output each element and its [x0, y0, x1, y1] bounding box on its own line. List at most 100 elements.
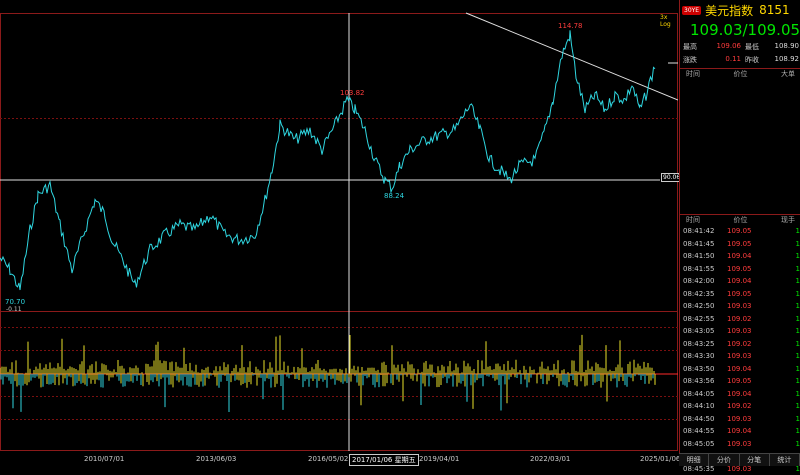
- trade-row: 08:44:55109.041: [680, 425, 800, 438]
- trade-time: 08:44:55: [683, 425, 727, 438]
- big-order-list[interactable]: [680, 79, 800, 214]
- trade-time: 08:43:30: [683, 350, 727, 363]
- trade-time: 08:45:05: [683, 438, 727, 451]
- trade-row: 08:44:05109.041: [680, 388, 800, 401]
- stat-label: 最高: [683, 42, 707, 52]
- col-header: 时间: [686, 69, 700, 79]
- trade-price: 109.05: [727, 225, 767, 238]
- trade-time: 08:41:50: [683, 250, 727, 263]
- tab-stats[interactable]: 统计: [770, 454, 800, 466]
- trade-price: 109.05: [727, 375, 767, 388]
- trade-volume: 1: [767, 388, 800, 401]
- mid-peak-label: 103.82: [340, 89, 365, 97]
- trade-row: 08:41:55109.051: [680, 263, 800, 276]
- trade-time: 08:42:00: [683, 275, 727, 288]
- trade-row: 08:45:05109.031: [680, 438, 800, 451]
- col-header: 价位: [734, 215, 748, 225]
- trade-volume: 1: [767, 425, 800, 438]
- tab-tick[interactable]: 分笔: [740, 454, 770, 466]
- x-axis-date-2: 2013/06/03: [196, 455, 236, 463]
- stat-value: 0.11: [707, 55, 741, 65]
- col-header: 现手: [781, 215, 795, 225]
- trade-price: 109.02: [727, 338, 767, 351]
- instrument-code: 8151: [759, 3, 790, 17]
- panel-tabs: 明细 分价 分笔 统计: [679, 453, 800, 466]
- trade-time: 08:43:50: [683, 363, 727, 376]
- trade-volume: 1: [767, 250, 800, 263]
- trade-price: 109.03: [727, 350, 767, 363]
- trade-time: 08:41:55: [683, 263, 727, 276]
- trade-price: 109.02: [727, 400, 767, 413]
- trade-volume: 1: [767, 238, 800, 251]
- x-axis-date-3: 2016/05/02: [308, 455, 348, 463]
- trade-time: 08:44:50: [683, 413, 727, 426]
- x-axis-date-4: 2019/04/01: [419, 455, 459, 463]
- trade-row: 08:43:25109.021: [680, 338, 800, 351]
- trade-price: 109.04: [727, 388, 767, 401]
- stat-label: 涨跌: [683, 55, 707, 65]
- col-header: 大单: [781, 69, 795, 79]
- scale-mode-label[interactable]: 3x Log: [660, 14, 678, 28]
- trade-price: 109.05: [727, 263, 767, 276]
- trade-row: 08:44:50109.031: [680, 413, 800, 426]
- tab-detail[interactable]: 明细: [679, 454, 709, 466]
- trade-time: 08:42:35: [683, 288, 727, 301]
- col-header: 时间: [686, 215, 700, 225]
- chart-area[interactable]: 3x Log 114.78 103.82 88.24 70.70 90.06 -…: [0, 0, 678, 465]
- trade-row: 08:42:55109.021: [680, 313, 800, 326]
- trade-row: 08:43:50109.041: [680, 363, 800, 376]
- trade-row: 08:41:50109.041: [680, 250, 800, 263]
- trade-volume: 1: [767, 300, 800, 313]
- trade-row: 08:43:05109.031: [680, 325, 800, 338]
- stat-value: 108.92: [765, 55, 799, 65]
- trade-time: 08:44:10: [683, 400, 727, 413]
- trade-row: 08:41:45109.051: [680, 238, 800, 251]
- trade-price: 109.03: [727, 300, 767, 313]
- trade-price: 109.03: [727, 438, 767, 451]
- trade-time: 08:42:55: [683, 313, 727, 326]
- price-chart[interactable]: [0, 0, 678, 465]
- tab-price-split[interactable]: 分价: [709, 454, 739, 466]
- trade-price: 109.03: [727, 413, 767, 426]
- quote-stats: 最高 109.06 最低 108.90 涨跌 0.11 昨收 108.92: [680, 40, 800, 67]
- trade-row: 08:42:00109.041: [680, 275, 800, 288]
- trade-volume: 1: [767, 363, 800, 376]
- trade-price: 109.02: [727, 313, 767, 326]
- trade-price: 109.04: [727, 425, 767, 438]
- trade-volume: 1: [767, 400, 800, 413]
- trade-price: 109.04: [727, 250, 767, 263]
- price-line: [0, 30, 655, 290]
- trade-volume: 1: [767, 338, 800, 351]
- trade-volume: 1: [767, 438, 800, 451]
- trade-row: 08:42:35109.051: [680, 288, 800, 301]
- trade-volume: 1: [767, 413, 800, 426]
- trade-row: 08:42:50109.031: [680, 300, 800, 313]
- trade-volume: 1: [767, 225, 800, 238]
- trade-volume: 1: [767, 288, 800, 301]
- col-header: 价位: [734, 69, 748, 79]
- trade-time: 08:43:05: [683, 325, 727, 338]
- stat-label: 昨收: [741, 55, 765, 65]
- trade-row: 08:44:10109.021: [680, 400, 800, 413]
- indicator-value: -0.11: [6, 306, 22, 313]
- trade-price: 109.05: [727, 238, 767, 251]
- trade-price: 109.03: [727, 325, 767, 338]
- quote-panel: 30YE 美元指数 8151 109.03/109.05 最高 109.06 最…: [679, 0, 800, 465]
- x-axis-date-1: 2010/07/01: [84, 455, 124, 463]
- trade-time: 08:43:56: [683, 375, 727, 388]
- trade-volume: 1: [767, 263, 800, 276]
- instrument-name: 美元指数: [705, 2, 753, 19]
- oscillator-bars: [0, 335, 655, 412]
- trade-price: 109.04: [727, 363, 767, 376]
- trade-volume: 1: [767, 350, 800, 363]
- x-axis-date-5: 2022/03/01: [530, 455, 570, 463]
- x-axis-date-6: 2025/01/06: [640, 455, 680, 463]
- trade-row: 08:41:42109.051: [680, 225, 800, 238]
- trade-list[interactable]: 08:41:42109.05108:41:45109.05108:41:5010…: [680, 225, 800, 475]
- stat-value: 109.06: [707, 42, 741, 52]
- trade-volume: 1: [767, 313, 800, 326]
- trade-price: 109.04: [727, 275, 767, 288]
- trade-time: 08:41:42: [683, 225, 727, 238]
- trade-time: 08:41:45: [683, 238, 727, 251]
- bid-ask-price: 109.03/109.05: [680, 20, 800, 40]
